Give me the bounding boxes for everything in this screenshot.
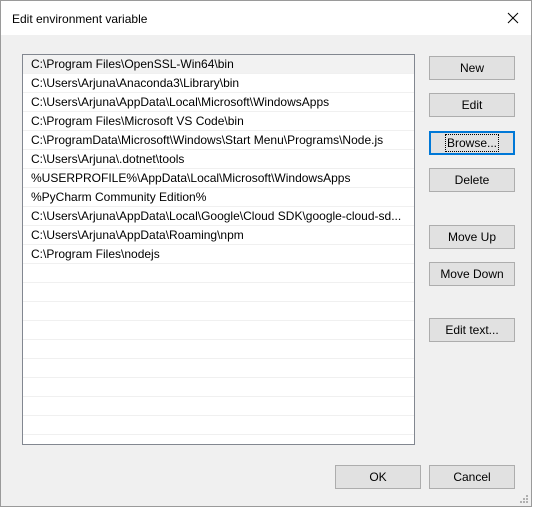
path-list-item[interactable]: C:\Users\Arjuna\AppData\Local\Microsoft\…	[23, 93, 414, 112]
path-list[interactable]: C:\Program Files\OpenSSL-Win64\bin C:\Us…	[22, 54, 415, 445]
delete-button-label: Delete	[454, 173, 490, 187]
path-list-item[interactable]: C:\Users\Arjuna\AppData\Local\Google\Clo…	[23, 207, 414, 226]
empty-list-row[interactable]	[23, 264, 414, 283]
new-button-label: New	[459, 61, 484, 75]
path-list-item[interactable]: C:\Users\Arjuna\.dotnet\tools	[23, 150, 414, 169]
edit-button[interactable]: Edit	[429, 93, 515, 117]
empty-list-row[interactable]	[23, 283, 414, 302]
path-list-item[interactable]: C:\Program Files\nodejs	[23, 245, 414, 264]
empty-list-row[interactable]	[23, 416, 414, 435]
edit-text-button[interactable]: Edit text...	[429, 318, 515, 342]
empty-list-row[interactable]	[23, 302, 414, 321]
empty-list-row[interactable]	[23, 340, 414, 359]
cancel-button-label: Cancel	[453, 470, 491, 484]
close-button[interactable]	[495, 1, 531, 35]
edit-button-label: Edit	[461, 98, 483, 112]
cancel-button[interactable]: Cancel	[429, 465, 515, 489]
path-list-item[interactable]: C:\Users\Arjuna\AppData\Roaming\npm	[23, 226, 414, 245]
path-list-item[interactable]: C:\Program Files\Microsoft VS Code\bin	[23, 112, 414, 131]
move-down-button[interactable]: Move Down	[429, 262, 515, 286]
move-down-button-label: Move Down	[440, 267, 504, 281]
empty-list-row[interactable]	[23, 378, 414, 397]
edit-text-button-label: Edit text...	[445, 323, 499, 337]
move-up-button-label: Move Up	[447, 230, 497, 244]
resize-grip-icon[interactable]	[518, 493, 528, 503]
path-list-item[interactable]: %PyCharm Community Edition%	[23, 188, 414, 207]
ok-button-label: OK	[369, 470, 387, 484]
delete-button[interactable]: Delete	[429, 168, 515, 192]
empty-list-row[interactable]	[23, 321, 414, 340]
ok-button[interactable]: OK	[335, 465, 421, 489]
new-button[interactable]: New	[429, 56, 515, 80]
title-bar: Edit environment variable	[1, 1, 531, 35]
path-list-item[interactable]: C:\Users\Arjuna\Anaconda3\Library\bin	[23, 74, 414, 93]
browse-button[interactable]: Browse...	[429, 131, 515, 155]
path-list-item[interactable]: C:\Program Files\OpenSSL-Win64\bin	[23, 55, 414, 74]
close-icon	[507, 12, 519, 24]
path-list-item[interactable]: C:\ProgramData\Microsoft\Windows\Start M…	[23, 131, 414, 150]
empty-list-row[interactable]	[23, 397, 414, 416]
dialog-title: Edit environment variable	[12, 12, 148, 26]
browse-button-label: Browse...	[444, 134, 500, 152]
empty-list-row[interactable]	[23, 359, 414, 378]
path-list-item[interactable]: %USERPROFILE%\AppData\Local\Microsoft\Wi…	[23, 169, 414, 188]
move-up-button[interactable]: Move Up	[429, 225, 515, 249]
edit-environment-variable-dialog: Edit environment variable C:\Program Fil…	[0, 0, 532, 507]
